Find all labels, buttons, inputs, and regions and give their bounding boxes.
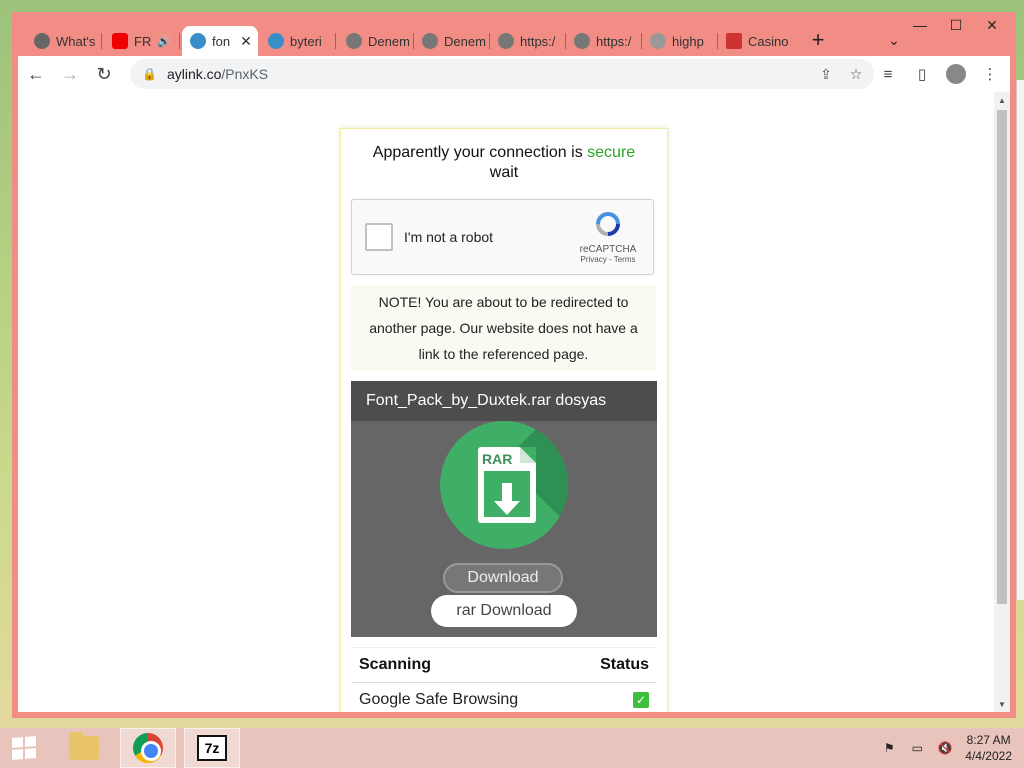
browser-window: What's FR 🔊 fon ✕ byteri Denem Denem htt… [12, 12, 1016, 718]
tab-https-1[interactable]: https:/ [490, 26, 566, 56]
windows-taskbar: 7z ⚑ ▭ 🔇 8:27 AM 4/4/2022 [0, 728, 1024, 768]
close-tab-icon[interactable]: ✕ [240, 33, 252, 50]
rar-download-button[interactable]: rar Download [431, 595, 577, 627]
globe-icon [422, 33, 438, 49]
scan-status-table: Scanning Status Google Safe Browsing ✓ [351, 647, 657, 712]
windows-logo-icon [12, 736, 36, 760]
side-panel-icon[interactable]: ▯ [906, 58, 938, 90]
download-file-title: Font_Pack_by_Duxtek.rar dosyas [351, 381, 657, 421]
profile-avatar-icon[interactable] [946, 64, 966, 84]
page-viewport: Apparently your connection is secure wai… [18, 92, 1010, 712]
scroll-up-arrow-icon[interactable]: ▲ [994, 92, 1010, 108]
check-icon: ✓ [633, 692, 649, 708]
new-tab-button[interactable]: + [804, 26, 832, 54]
scan-table-header: Scanning Status [351, 647, 657, 683]
taskbar-chrome[interactable] [120, 728, 176, 768]
recaptcha-icon [592, 208, 624, 240]
network-icon[interactable]: ▭ [909, 740, 925, 756]
action-center-flag-icon[interactable]: ⚑ [881, 740, 897, 756]
tab-byteri[interactable]: byteri [260, 26, 336, 56]
globe-icon [268, 33, 284, 49]
recaptcha-widget: I'm not a robot reCAPTCHA Privacy - Term… [351, 199, 654, 275]
lock-icon[interactable]: 🔒 [142, 67, 157, 81]
share-icon[interactable]: ⇪ [816, 64, 836, 84]
recaptcha-logo: reCAPTCHA Privacy - Terms [573, 208, 643, 264]
tab-https-2[interactable]: https:/ [566, 26, 642, 56]
taskbar-file-explorer[interactable] [56, 728, 112, 768]
chrome-icon [34, 33, 50, 49]
system-clock[interactable]: 8:27 AM 4/4/2022 [965, 732, 1012, 764]
globe-icon [498, 33, 514, 49]
volume-muted-icon[interactable]: 🔇 [937, 740, 953, 756]
media-control-icon[interactable]: ≡ [872, 58, 904, 90]
download-button[interactable]: Download [443, 563, 563, 593]
folder-icon [69, 732, 99, 760]
page-scrollbar[interactable]: ▲ ▼ [994, 92, 1010, 712]
youtube-icon [112, 33, 128, 49]
rar-file-icon: RAR [440, 421, 568, 549]
recaptcha-checkbox[interactable] [365, 223, 393, 251]
menu-kebab-icon[interactable]: ⋮ [974, 58, 1006, 90]
tab-denem-1[interactable]: Denem [338, 26, 414, 56]
recaptcha-label: I'm not a robot [404, 229, 494, 245]
browser-toolbar: ← → ↻ 🔒 aylink.co/PnxKS ⇪ ☆ ≡ ▯ ⋮ [18, 56, 1010, 92]
7zip-icon: 7z [197, 735, 227, 761]
recaptcha-privacy-terms[interactable]: Privacy - Terms [573, 255, 643, 264]
globe-icon [346, 33, 362, 49]
bookmark-star-icon[interactable]: ☆ [846, 64, 866, 84]
globe-icon [190, 33, 206, 49]
speaker-icon[interactable]: 🔊 [157, 35, 171, 48]
minimize-button[interactable]: — [902, 12, 938, 38]
casino-icon [726, 33, 742, 49]
tab-strip: What's FR 🔊 fon ✕ byteri Denem Denem htt… [18, 12, 1010, 60]
window-controls: — ☐ ✕ [902, 12, 1010, 38]
scroll-thumb[interactable] [997, 110, 1007, 604]
table-row: Google Safe Browsing ✓ [351, 683, 657, 712]
tab-youtube[interactable]: FR 🔊 [104, 26, 180, 56]
tab-active-font[interactable]: fon ✕ [182, 26, 258, 56]
tab-casino[interactable]: Casino [718, 26, 796, 56]
download-panel: Font_Pack_by_Duxtek.rar dosyas RAR Downl… [351, 381, 657, 637]
globe-icon [574, 33, 590, 49]
connection-headline: Apparently your connection is secure wai… [372, 144, 636, 181]
chrome-icon [133, 733, 163, 763]
maximize-button[interactable]: ☐ [938, 12, 974, 38]
globe-icon [650, 33, 666, 49]
taskbar-7zip[interactable]: 7z [184, 728, 240, 768]
tab-denem-2[interactable]: Denem [414, 26, 490, 56]
close-window-button[interactable]: ✕ [974, 12, 1010, 38]
background-window-edge [1016, 80, 1024, 600]
back-button[interactable]: ← [20, 58, 52, 90]
tab-highp[interactable]: highp [642, 26, 718, 56]
scroll-down-arrow-icon[interactable]: ▼ [994, 696, 1010, 712]
address-bar[interactable]: 🔒 aylink.co/PnxKS ⇪ ☆ [130, 59, 874, 89]
redirect-card: Apparently your connection is secure wai… [340, 128, 668, 712]
tab-whatsapp[interactable]: What's [26, 26, 102, 56]
system-tray: ⚑ ▭ 🔇 8:27 AM 4/4/2022 [881, 728, 1012, 768]
start-button[interactable] [0, 728, 48, 768]
redirect-note: NOTE! You are about to be redirected to … [351, 285, 656, 371]
forward-button[interactable]: → [54, 58, 86, 90]
reload-button[interactable]: ↻ [88, 58, 120, 90]
